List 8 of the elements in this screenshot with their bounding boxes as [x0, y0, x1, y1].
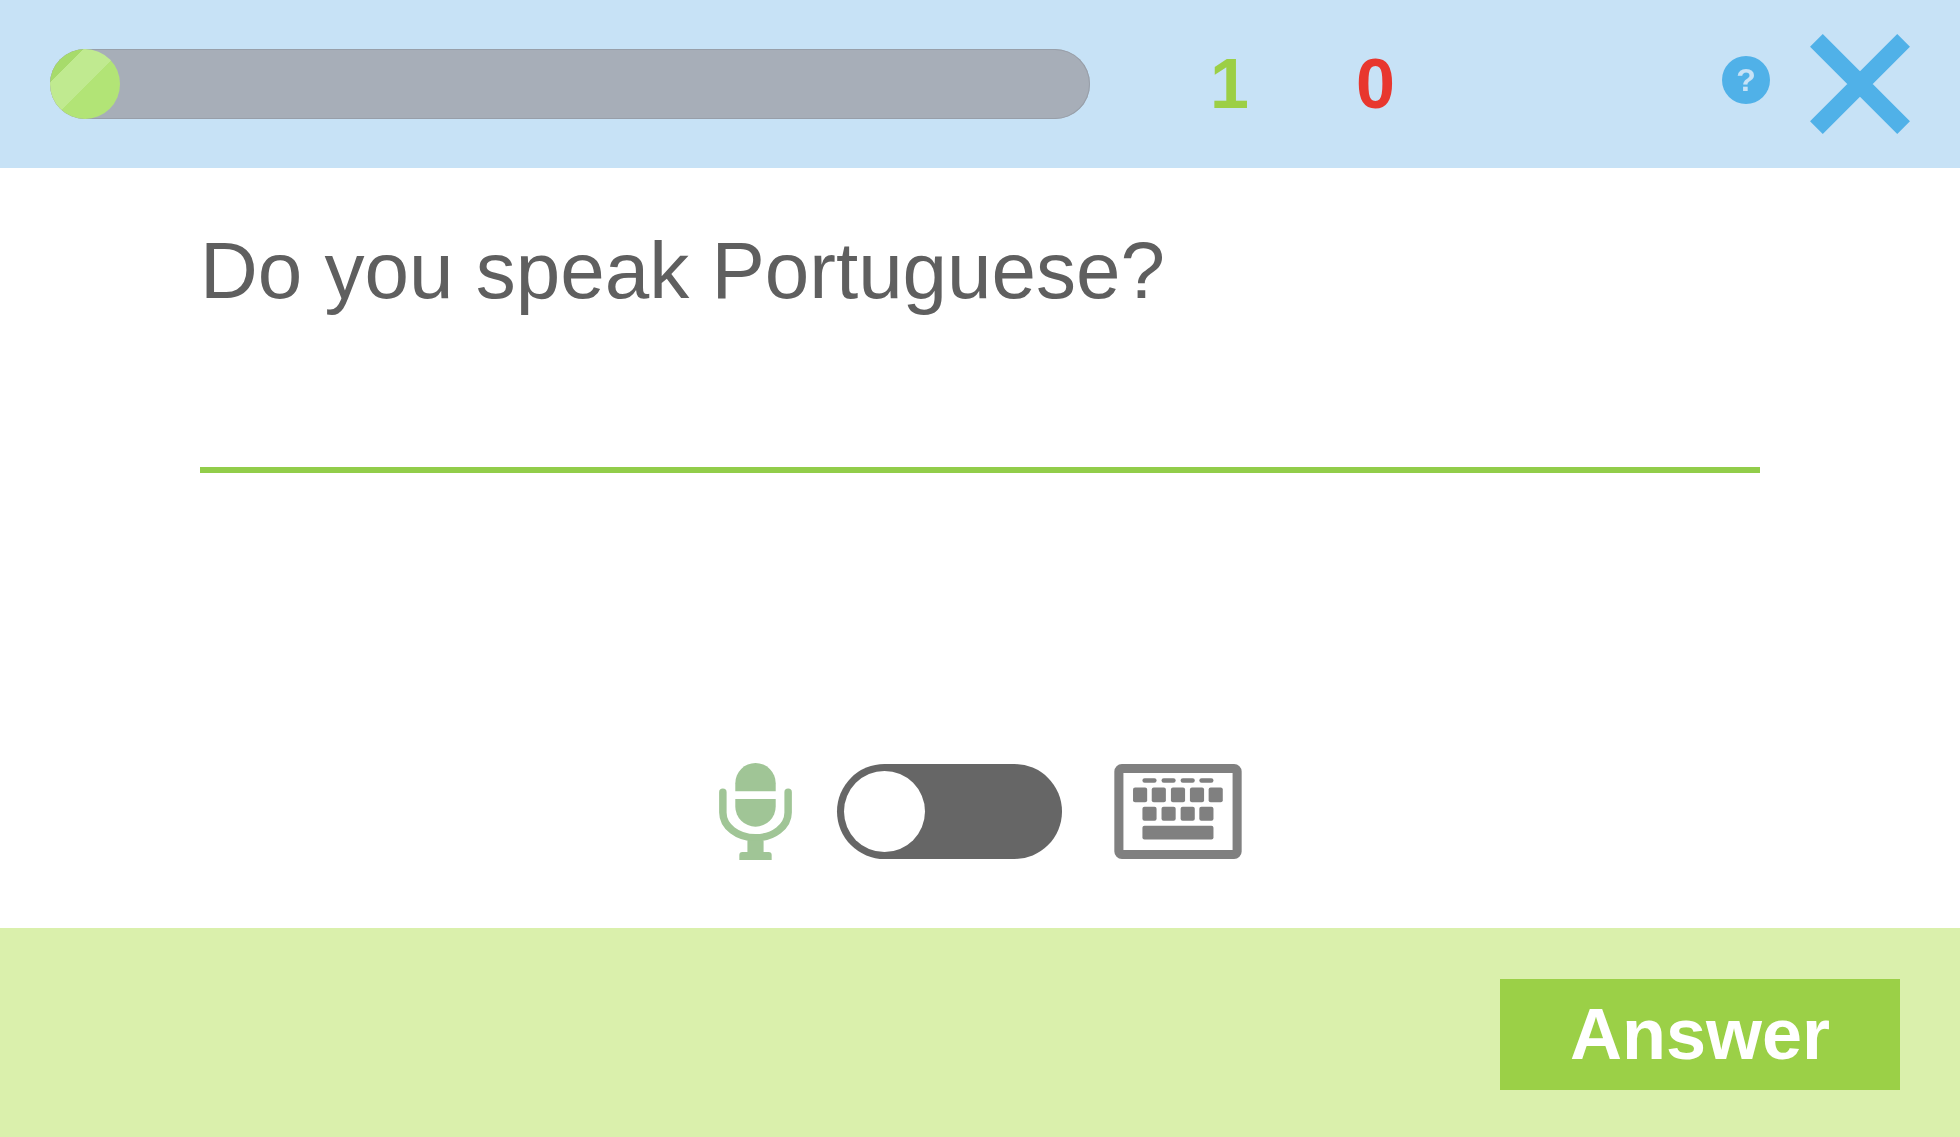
correct-count: 1 — [1210, 44, 1249, 124]
question-text: Do you speak Portuguese? — [200, 225, 1167, 317]
help-button[interactable]: ? — [1722, 56, 1770, 104]
microphone-icon[interactable] — [718, 762, 792, 860]
keyboard-icon[interactable] — [1113, 763, 1242, 859]
answer-button[interactable]: Answer — [1500, 979, 1900, 1090]
wrong-count: 0 — [1355, 44, 1395, 124]
close-icon[interactable] — [1810, 34, 1910, 134]
